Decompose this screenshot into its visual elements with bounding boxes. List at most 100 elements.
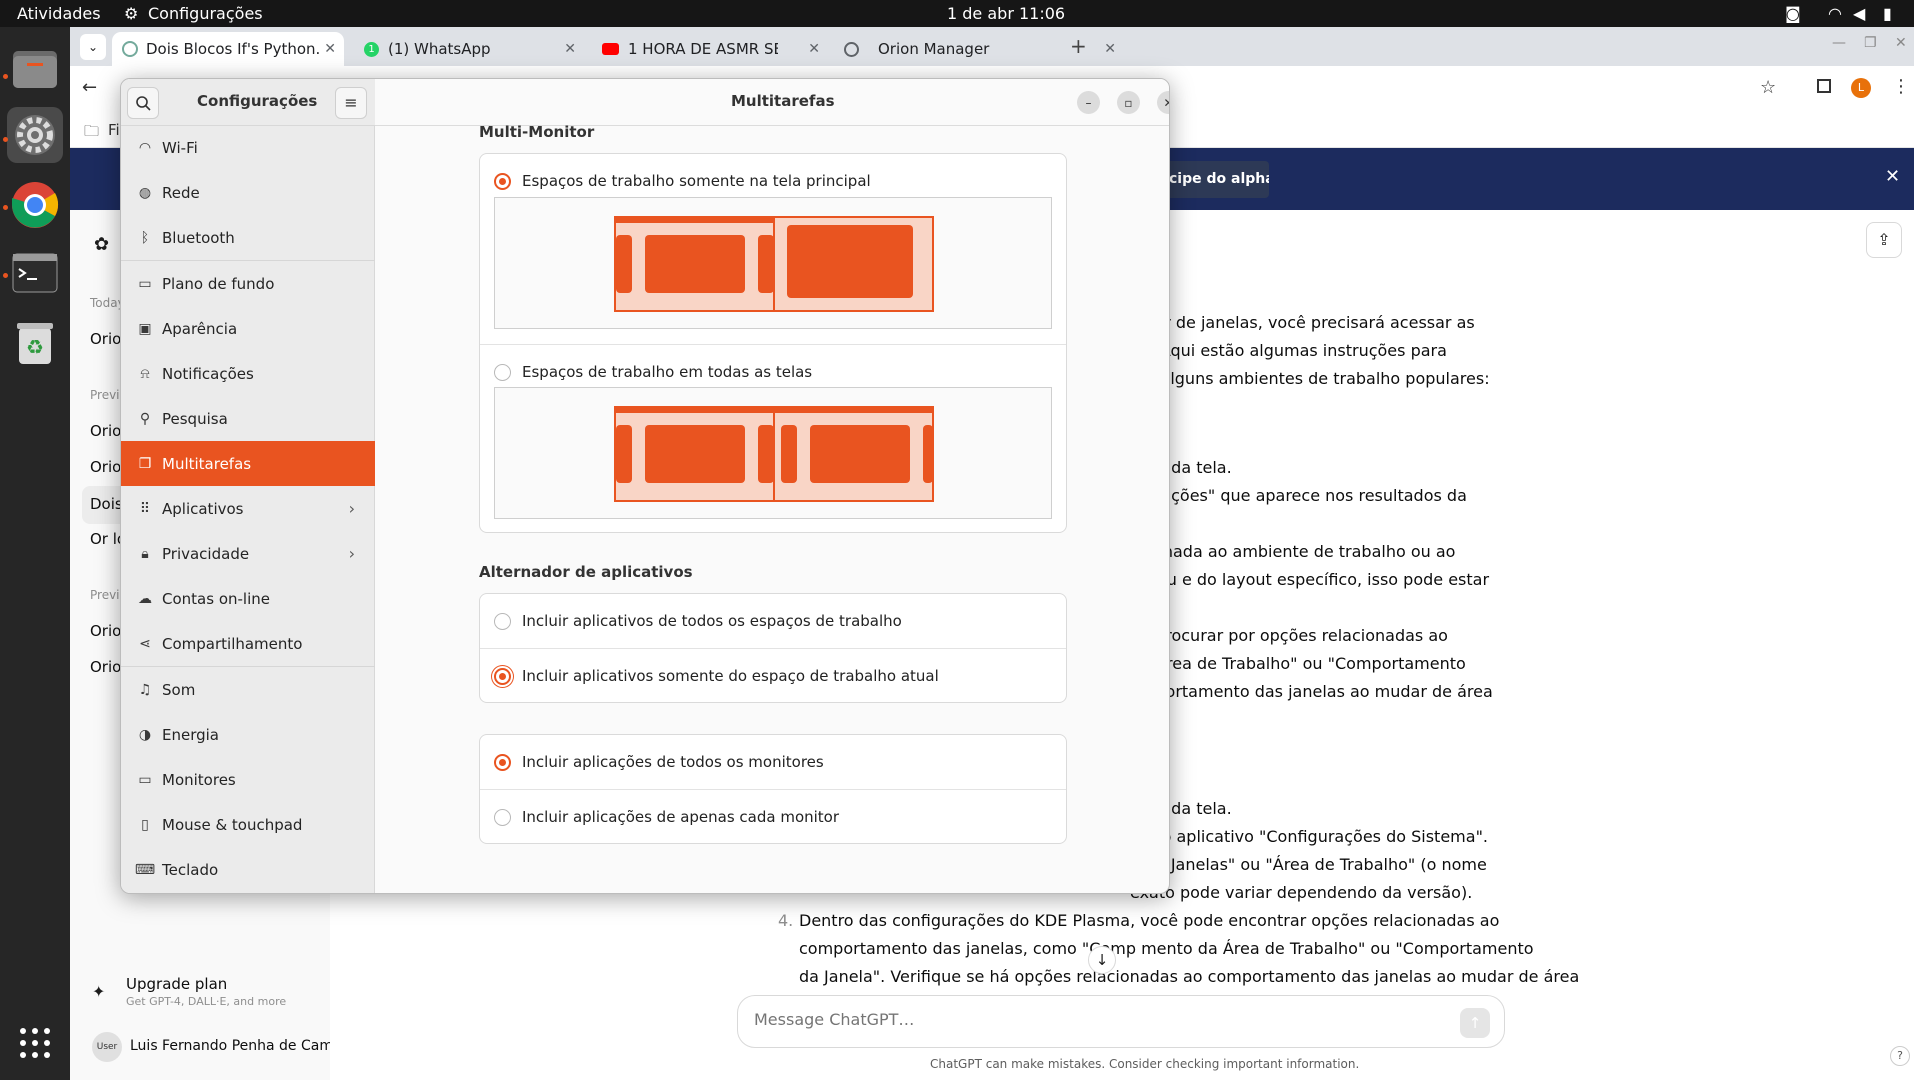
activities-button[interactable]: Atividades: [17, 4, 101, 23]
hamburger-menu-icon[interactable]: ≡: [335, 87, 367, 119]
tab-strip: ⌄ Dois Blocos If's Python. ✕ 1 (1) Whats…: [70, 27, 1914, 66]
message-line: Dentro das configurações do KDE Plasma, …: [799, 911, 1500, 930]
message-line: exato pode variar dependendo da versão).: [1130, 883, 1473, 902]
history-heading: Previ: [90, 388, 120, 402]
recycle-icon[interactable]: ♻: [7, 315, 63, 371]
sidebar-item-label: Monitores: [162, 770, 236, 789]
bookmark-folder[interactable]: Fi: [108, 121, 120, 139]
maximize-icon[interactable]: ❐: [1864, 35, 1877, 51]
radio-primary[interactable]: [494, 172, 511, 190]
sidebar-item-multitasking[interactable]: ❐ Multitarefas: [121, 441, 375, 486]
tab-youtube[interactable]: 1 HORA DE ASMR SEM C ✕: [592, 32, 828, 66]
sidebar-item-wifi[interactable]: ◠ Wi-Fi: [121, 125, 375, 170]
sidebar-item-search[interactable]: ⚲ Pesquisa: [121, 396, 375, 441]
tab-title: 1 HORA DE ASMR SEM C: [628, 40, 778, 58]
sidebar-item-appearance[interactable]: ▣ Aparência: [121, 306, 375, 351]
tab-search-icon[interactable]: ⌄: [80, 34, 106, 60]
sidebar-item-privacy[interactable]: 🔒︎ Privacidade ›: [121, 531, 375, 576]
radio-current-workspace[interactable]: [494, 667, 511, 685]
message-input[interactable]: [754, 1010, 1434, 1029]
close-window-icon[interactable]: ✕: [1895, 35, 1907, 51]
new-tab-button[interactable]: +: [1070, 34, 1087, 58]
close-icon[interactable]: ✕: [1104, 41, 1116, 57]
back-icon[interactable]: ←: [82, 77, 97, 98]
option-apps-all-workspaces[interactable]: Incluir aplicativos de todos os espaços …: [480, 594, 1066, 648]
user-name[interactable]: Luis Fernando Penha de Cam: [130, 1038, 333, 1054]
tab-chatgpt[interactable]: Dois Blocos If's Python. ✕: [112, 32, 344, 66]
apps-grid-icon: ⠿: [139, 500, 151, 517]
message-line: da Área de Trabalho" ou "Comportamento: [1130, 654, 1466, 673]
show-apps-icon[interactable]: [7, 1015, 63, 1071]
message-line: omportamento das janelas ao mudar de áre…: [1130, 682, 1493, 701]
music-note-icon: ♫: [138, 681, 152, 698]
sidebar-item-sound[interactable]: ♫ Som: [121, 667, 375, 712]
banner-button[interactable]: cipe do alpha: [1165, 161, 1269, 198]
help-button[interactable]: ?: [1890, 1046, 1910, 1066]
side-panel-icon[interactable]: [1817, 79, 1831, 93]
upgrade-plan-button[interactable]: Upgrade plan: [126, 975, 227, 993]
scroll-down-icon[interactable]: ↓: [1088, 946, 1116, 974]
option-label: Incluir aplicações de apenas cada monito…: [522, 808, 840, 826]
minimize-icon[interactable]: —: [1832, 35, 1846, 51]
chevron-right-icon: ›: [348, 499, 355, 518]
sidebar-item-online-accounts[interactable]: ☁ Contas on-line: [121, 576, 375, 621]
sidebar-item-power[interactable]: ◑ Energia: [121, 712, 375, 757]
message-composer[interactable]: ↑: [737, 995, 1505, 1048]
sidebar-item-bluetooth[interactable]: ᛒ Bluetooth: [121, 215, 375, 260]
message-line: da Janela". Verifique se há opções relac…: [799, 967, 1580, 986]
bell-icon: ⍾: [140, 365, 150, 382]
radio-all-monitors[interactable]: [494, 753, 511, 771]
history-item[interactable]: Dois: [90, 495, 123, 513]
close-icon[interactable]: ✕: [1157, 91, 1169, 114]
disclaimer-text: ChatGPT can make mistakes. Consider chec…: [930, 1057, 1360, 1071]
sidebar-item-label: Aparência: [162, 319, 238, 338]
battery-icon[interactable]: ▮: [1883, 4, 1892, 23]
option-apps-current-workspace[interactable]: Incluir aplicativos somente do espaço de…: [480, 649, 1066, 703]
close-icon[interactable]: ✕: [808, 41, 820, 57]
sidebar-item-apps[interactable]: ⠿ Aplicativos ›: [121, 486, 375, 531]
settings-icon[interactable]: [7, 107, 63, 163]
radio-each-monitor[interactable]: [494, 808, 511, 826]
sidebar-item-sharing[interactable]: ⋖ Compartilhamento: [121, 621, 375, 666]
sidebar-item-mouse[interactable]: ▯ Mouse & touchpad: [121, 802, 375, 847]
close-icon[interactable]: ✕: [564, 41, 576, 57]
sidebar-item-keyboard[interactable]: ⌨ Teclado: [121, 847, 375, 892]
sidebar-item-notifications[interactable]: ⍾ Notificações: [121, 351, 375, 396]
sidebar-item-label: Contas on-line: [162, 589, 270, 608]
chrome-menu-icon[interactable]: ⋮: [1892, 76, 1910, 97]
maximize-icon[interactable]: ▫: [1117, 91, 1140, 114]
radio-all-workspaces[interactable]: [494, 612, 511, 630]
sidebar-item-network[interactable]: ◍ Rede: [121, 170, 375, 215]
app-menu[interactable]: Configurações: [148, 4, 263, 23]
chrome-icon[interactable]: [7, 177, 63, 233]
send-button[interactable]: ↑: [1460, 1008, 1490, 1038]
close-icon[interactable]: ✕: [324, 41, 336, 57]
preview-primary-only[interactable]: [494, 197, 1052, 329]
volume-icon[interactable]: ◀: [1853, 4, 1865, 23]
clock[interactable]: 1 de abr 11:06: [947, 4, 1065, 23]
sidebar-item-label: Energia: [162, 725, 219, 744]
radio-all-displays[interactable]: [494, 363, 511, 381]
profile-avatar[interactable]: L: [1851, 78, 1871, 98]
sidebar-item-label: Notificações: [162, 364, 254, 383]
youtube-icon: [602, 43, 619, 55]
search-icon: ⚲: [139, 410, 151, 427]
option-apps-all-monitors[interactable]: Incluir aplicações de todos os monitores: [480, 735, 1066, 789]
close-icon[interactable]: ✕: [1885, 166, 1900, 187]
app-switcher-workspace-card: Incluir aplicativos de todos os espaços …: [479, 593, 1067, 703]
sidebar-item-displays[interactable]: ▭ Monitores: [121, 757, 375, 802]
minimize-icon[interactable]: –: [1077, 91, 1100, 114]
bookmark-star-icon[interactable]: ☆: [1760, 77, 1776, 98]
option-apps-each-monitor[interactable]: Incluir aplicações de apenas cada monito…: [480, 790, 1066, 844]
sidebar-item-background[interactable]: ▭ Plano de fundo: [121, 261, 375, 306]
search-icon[interactable]: [127, 87, 159, 119]
section-title-multimonitor: Multi-Monitor: [479, 123, 595, 141]
settings-window: Configurações ≡ Multitarefas – ▫ ✕ ◠ Wi-F…: [120, 78, 1170, 894]
avatar[interactable]: User: [92, 1032, 122, 1062]
share-icon[interactable]: ⇪: [1866, 222, 1902, 258]
tab-whatsapp[interactable]: 1 (1) WhatsApp ✕: [354, 32, 584, 66]
files-icon[interactable]: [7, 41, 63, 97]
wifi-icon[interactable]: ◠: [1828, 4, 1842, 23]
preview-all-displays[interactable]: [494, 387, 1052, 519]
terminal-icon[interactable]: [7, 245, 63, 301]
